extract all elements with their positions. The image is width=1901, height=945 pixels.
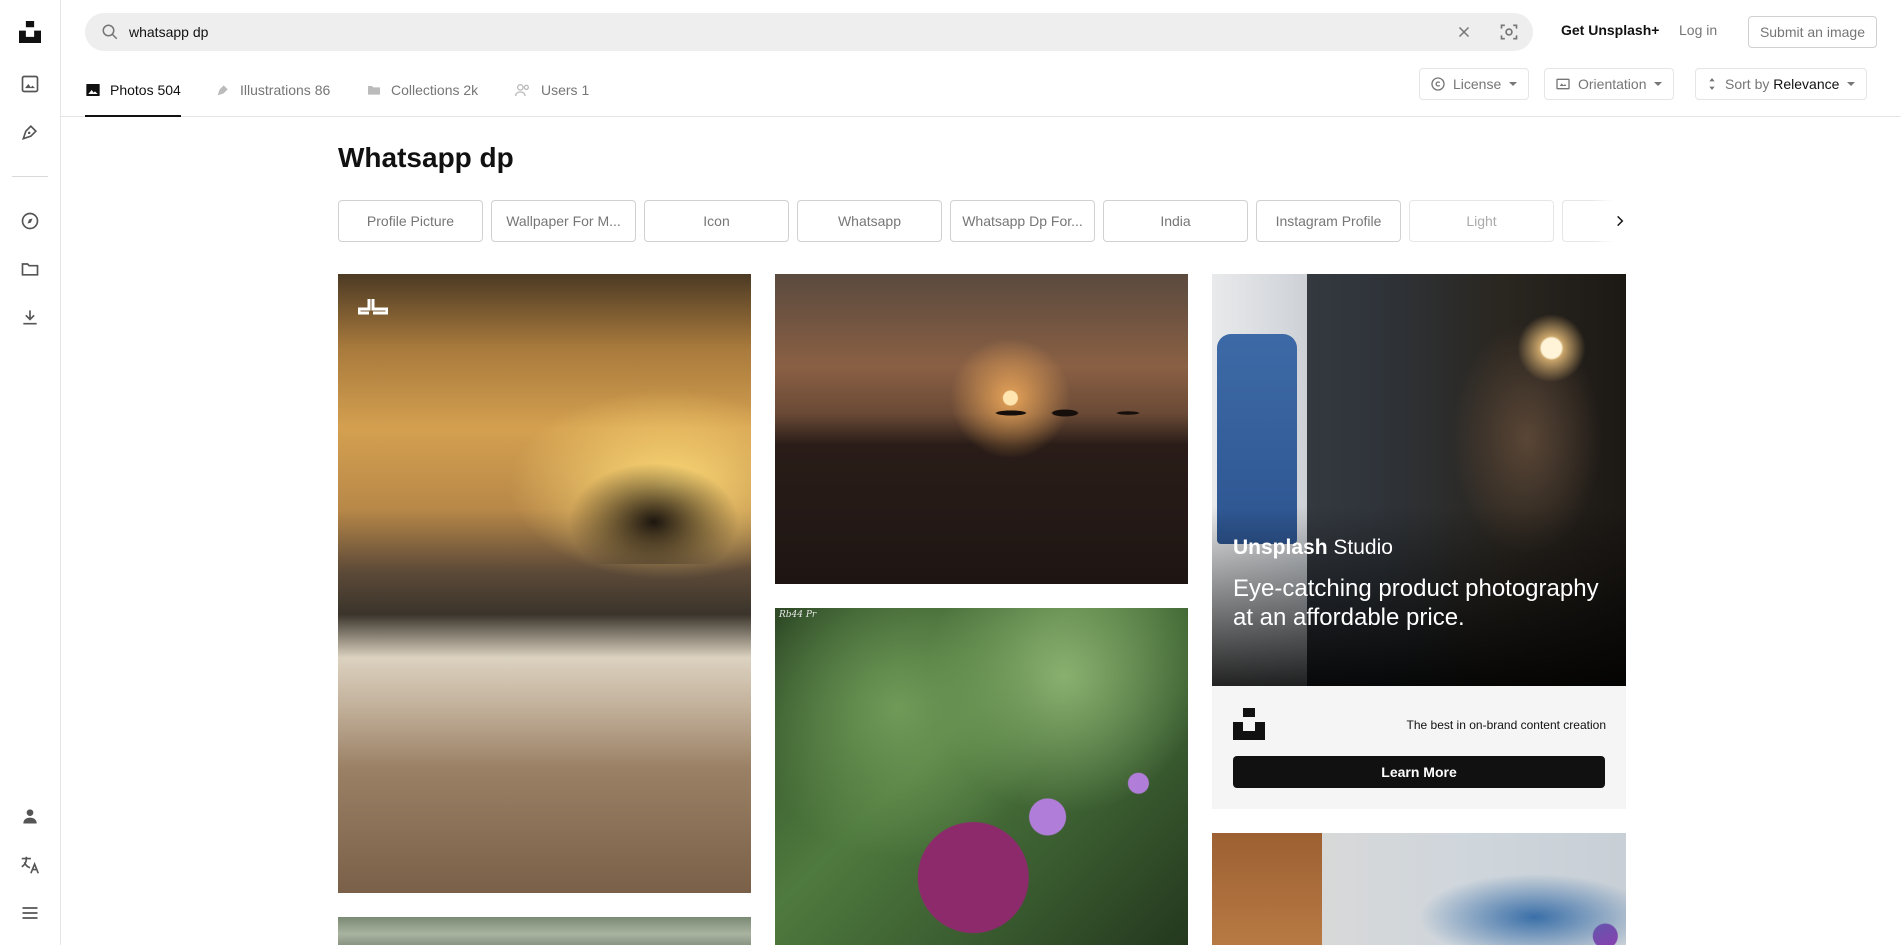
photo-trees-sky[interactable] bbox=[338, 917, 751, 945]
chip-instagram-profile[interactable]: Instagram Profile bbox=[1256, 200, 1401, 242]
photo-flower-silhouette-sunset[interactable] bbox=[775, 274, 1188, 584]
unsplash-logo-icon[interactable] bbox=[18, 20, 42, 44]
photo-flowers-shape bbox=[975, 389, 1155, 429]
photo-purple-hijab-flowers[interactable]: Rb44 Pr bbox=[775, 608, 1188, 945]
photo-sunset-beach[interactable] bbox=[338, 274, 751, 893]
chip-icon[interactable]: Icon bbox=[644, 200, 789, 242]
learn-more-button[interactable]: Learn More bbox=[1233, 756, 1605, 788]
photo-tower-blue-dome[interactable] bbox=[1212, 833, 1626, 945]
chevron-down-icon bbox=[1509, 82, 1518, 86]
tab-users[interactable]: Users 1 bbox=[514, 64, 589, 116]
tab-collections-label: Collections 2k bbox=[391, 82, 479, 98]
submit-image-button[interactable]: Submit an image bbox=[1747, 16, 1877, 48]
collections-icon[interactable] bbox=[18, 257, 42, 281]
chip-india[interactable]: India bbox=[1103, 200, 1248, 242]
top-header: Get Unsplash+ Log in Submit an image bbox=[61, 0, 1901, 64]
page-title: Whatsapp dp bbox=[338, 142, 514, 173]
compass-icon[interactable] bbox=[18, 209, 42, 233]
users-icon bbox=[515, 84, 529, 97]
chip-whatsapp-dp-for[interactable]: Whatsapp Dp For... bbox=[950, 200, 1095, 242]
chevron-down-icon bbox=[1847, 82, 1856, 86]
ad-tagline: The best in on-brand content creation bbox=[1406, 718, 1606, 732]
search-icon[interactable] bbox=[101, 23, 119, 46]
tab-photos[interactable]: Photos 504 bbox=[85, 64, 181, 117]
menu-icon[interactable] bbox=[18, 901, 42, 925]
photo-tower-shape bbox=[1212, 833, 1322, 945]
chip-whatsapp[interactable]: Whatsapp bbox=[797, 200, 942, 242]
orientation-icon bbox=[1556, 78, 1570, 90]
chip-light[interactable]: Light bbox=[1409, 200, 1554, 242]
ad-brand: Unsplash Studio bbox=[1233, 536, 1393, 559]
clear-search-icon[interactable] bbox=[1455, 23, 1473, 46]
images-icon[interactable] bbox=[18, 72, 42, 96]
license-icon bbox=[1431, 77, 1445, 91]
sort-filter[interactable]: Sort by Relevance bbox=[1695, 68, 1868, 100]
chips-next-button[interactable] bbox=[1590, 200, 1650, 242]
tab-collections[interactable]: Collections 2k bbox=[366, 64, 478, 116]
chevron-down-icon bbox=[1654, 82, 1663, 86]
search-tabs: Photos 504 Illustrations 86 Collections … bbox=[61, 64, 1901, 117]
rail-divider bbox=[12, 176, 48, 177]
download-icon[interactable] bbox=[18, 305, 42, 329]
tab-photos-label: Photos 504 bbox=[110, 82, 181, 98]
left-rail bbox=[0, 0, 61, 945]
unsplash-logo-icon bbox=[1233, 708, 1265, 745]
search-bar[interactable] bbox=[85, 13, 1533, 51]
pen-icon[interactable] bbox=[18, 120, 42, 144]
tab-users-label: Users 1 bbox=[541, 82, 590, 98]
ad-headline: Eye-catching product photography at an a… bbox=[1233, 575, 1599, 631]
search-input[interactable] bbox=[129, 13, 1429, 51]
related-search-chips: Profile Picture Wallpaper For M... Icon … bbox=[338, 200, 1628, 242]
unsplash-studio-ad[interactable]: Unsplash Studio Eye-catching product pho… bbox=[1212, 274, 1626, 809]
login-link[interactable]: Log in bbox=[1679, 22, 1717, 38]
photo-palms-shape bbox=[508, 424, 751, 564]
get-unsplash-plus-link[interactable]: Get Unsplash+ bbox=[1561, 22, 1659, 38]
photo-icon bbox=[86, 84, 100, 96]
chevron-right-icon bbox=[1617, 215, 1624, 227]
translate-icon[interactable] bbox=[18, 853, 42, 877]
license-filter[interactable]: License bbox=[1419, 68, 1530, 100]
chip-wallpaper[interactable]: Wallpaper For M... bbox=[491, 200, 636, 242]
sort-icon bbox=[1709, 78, 1715, 90]
unsplash-plus-icon bbox=[357, 296, 389, 331]
chip-profile-picture[interactable]: Profile Picture bbox=[338, 200, 483, 242]
user-icon[interactable] bbox=[18, 804, 42, 828]
collections-icon bbox=[368, 86, 380, 95]
tab-illustrations-label: Illustrations 86 bbox=[240, 82, 331, 98]
tab-illustrations[interactable]: Illustrations 86 bbox=[215, 64, 330, 116]
visual-search-icon[interactable] bbox=[1499, 22, 1519, 47]
pen-icon bbox=[217, 85, 228, 96]
orientation-filter[interactable]: Orientation bbox=[1544, 68, 1675, 100]
photo-signature: Rb44 Pr bbox=[779, 610, 817, 620]
